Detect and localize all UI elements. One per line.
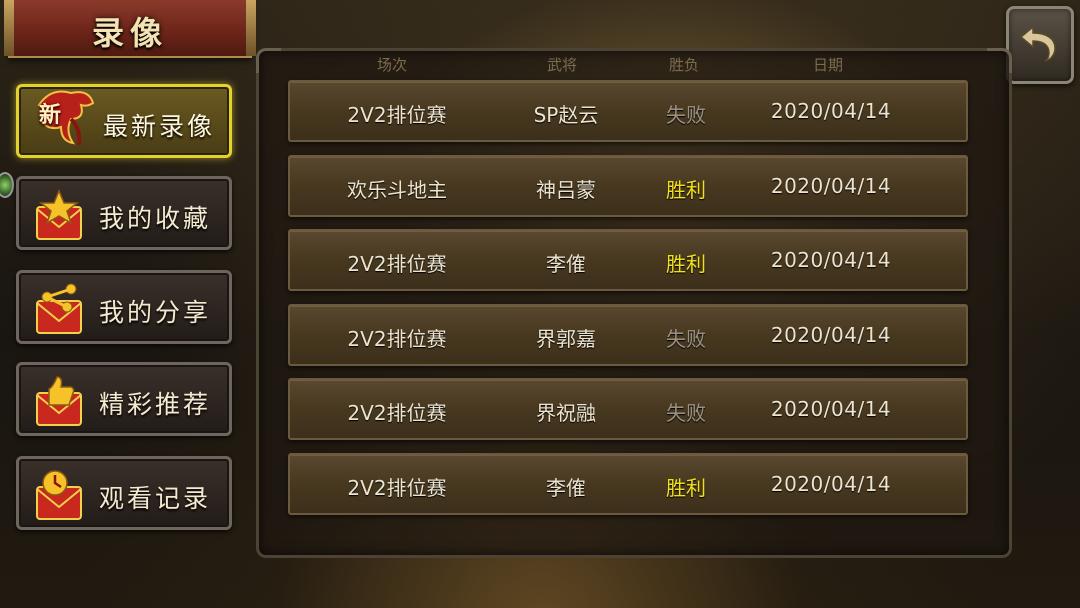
page-title: 录像 <box>91 14 168 52</box>
table-row[interactable]: 2V2排位赛 界郭嘉 失败 2020/04/14 <box>288 304 968 366</box>
row-hero: 界祝融 <box>536 401 596 425</box>
table-row[interactable]: 2V2排位赛 李傕 胜利 2020/04/14 <box>288 453 968 515</box>
row-date: 2020/04/14 <box>770 397 892 421</box>
row-hero: 李傕 <box>546 252 586 276</box>
table-row[interactable]: 2V2排位赛 李傕 胜利 2020/04/14 <box>288 229 968 291</box>
sidebar-item-featured[interactable]: 精彩推荐 <box>16 362 232 436</box>
row-result: 失败 <box>666 327 706 351</box>
row-date: 2020/04/14 <box>770 174 892 198</box>
header-hero: 武将 <box>546 56 577 74</box>
row-mode: 2V2排位赛 <box>347 103 447 127</box>
row-hero: 李傕 <box>546 476 586 500</box>
row-result: 胜利 <box>666 476 706 500</box>
new-badge-text: 新 <box>39 102 62 128</box>
row-hero: 界郭嘉 <box>536 327 596 351</box>
table-row[interactable]: 2V2排位赛 SP赵云 失败 2020/04/14 <box>288 80 968 142</box>
row-result: 失败 <box>666 103 706 127</box>
thumbs-up-envelope-icon <box>36 376 82 426</box>
row-mode: 2V2排位赛 <box>347 401 447 425</box>
back-arrow-icon <box>1019 25 1056 62</box>
sidebar-item-my-shares[interactable]: 我的分享 <box>16 270 232 344</box>
header-result: 胜负 <box>668 56 699 74</box>
header-mode: 场次 <box>376 56 407 74</box>
row-date: 2020/04/14 <box>770 323 892 347</box>
row-mode: 2V2排位赛 <box>347 252 447 276</box>
sidebar-item-watch-history[interactable]: 观看记录 <box>16 456 232 530</box>
share-envelope-icon <box>36 283 82 334</box>
row-result: 胜利 <box>666 252 706 276</box>
sidebar-item-label: 观看记录 <box>99 484 212 513</box>
row-date: 2020/04/14 <box>770 99 892 123</box>
row-result: 胜利 <box>666 178 706 202</box>
sidebar-item-my-favorites[interactable]: 我的收藏 <box>16 176 232 250</box>
row-hero: SP赵云 <box>533 103 599 127</box>
panel-corner <box>256 48 281 73</box>
row-date: 2020/04/14 <box>770 248 892 272</box>
row-mode: 欢乐斗地主 <box>347 178 447 202</box>
sidebar-item-label: 最新录像 <box>103 112 216 141</box>
sidebar-item-label: 精彩推荐 <box>99 390 212 419</box>
table-row[interactable]: 欢乐斗地主 神吕蒙 胜利 2020/04/14 <box>288 155 968 217</box>
row-hero: 神吕蒙 <box>536 178 596 202</box>
sidebar-item-latest-replays[interactable]: 新 最新录像 <box>16 84 232 158</box>
sidebar-item-label: 我的收藏 <box>99 204 212 233</box>
panel-corner <box>987 48 1012 73</box>
clock-envelope-icon <box>36 470 82 520</box>
row-date: 2020/04/14 <box>770 472 892 496</box>
table-row[interactable]: 2V2排位赛 界祝融 失败 2020/04/14 <box>288 378 968 440</box>
row-mode: 2V2排位赛 <box>347 476 447 500</box>
back-button[interactable] <box>1006 6 1074 84</box>
title-banner: 录像 <box>4 0 256 58</box>
row-result: 失败 <box>666 401 706 425</box>
sidebar-item-label: 我的分享 <box>99 298 212 327</box>
row-mode: 2V2排位赛 <box>347 327 447 351</box>
star-envelope-icon <box>36 189 82 240</box>
header-date: 日期 <box>812 56 843 74</box>
side-indicator-dot <box>0 172 14 198</box>
